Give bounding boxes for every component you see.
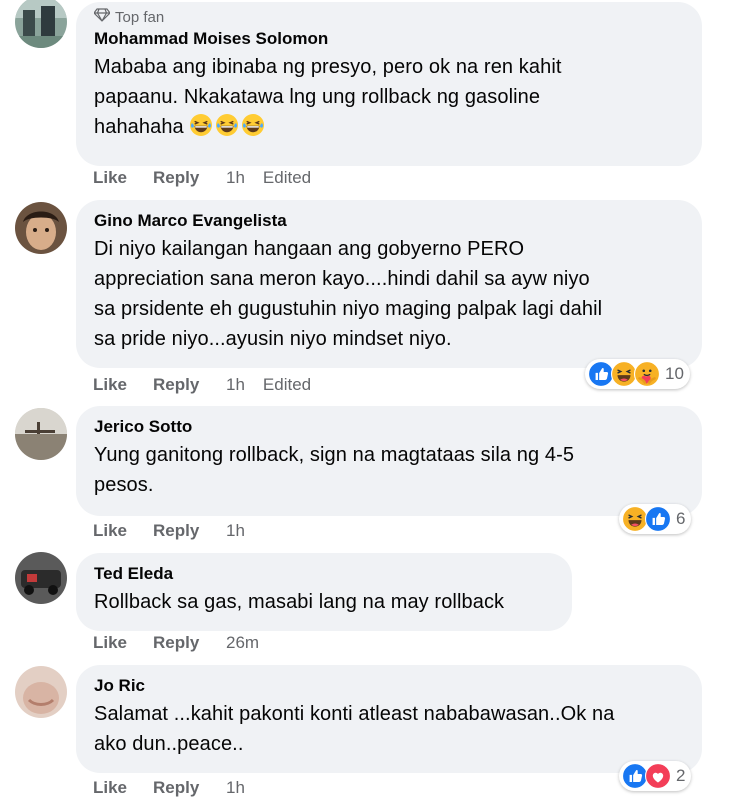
comment-author[interactable]: Jo Ric	[94, 675, 682, 697]
edited-label[interactable]: Edited	[263, 375, 311, 395]
comment-bubble: Jo Ric Salamat ...kahit pakonti konti at…	[76, 665, 702, 773]
like-button[interactable]: Like	[93, 168, 153, 188]
comment-line: Di niyo kailangan hangaan ang gobyerno P…	[94, 238, 525, 260]
edited-label[interactable]: Edited	[263, 168, 311, 188]
laughing-emoji-icon	[241, 113, 265, 146]
comment-bubble: Gino Marco Evangelista Di niyo kailangan…	[76, 200, 702, 368]
comment-bubble: Top fan Mohammad Moises Solomon Mababa a…	[76, 2, 702, 166]
comment-line-text: hahahaha	[94, 116, 184, 138]
comment-actions: Like Reply 1h Edited	[93, 167, 311, 189]
reaction-summary[interactable]: 10	[585, 359, 690, 389]
avatar[interactable]	[15, 0, 67, 48]
comment-line: Rollback sa gas, masabi lang na may roll…	[94, 591, 505, 613]
comment-line: sa pride niyo...ayusin niyo mindset niyo…	[94, 328, 452, 350]
reply-button[interactable]: Reply	[153, 168, 226, 188]
avatar[interactable]	[15, 666, 67, 718]
avatar[interactable]	[15, 552, 67, 604]
comment-line: Mababa ang ibinaba ng presyo, pero ok na…	[94, 56, 562, 78]
timestamp[interactable]: 1h	[226, 778, 245, 798]
comment-line: Yung ganitong rollback, sign na magtataa…	[94, 444, 575, 466]
laughing-emoji-icon	[215, 113, 239, 146]
comment-line: pesos.	[94, 474, 154, 496]
reaction-summary[interactable]: 2	[619, 761, 692, 791]
reaction-count: 6	[676, 509, 686, 528]
like-button[interactable]: Like	[93, 521, 153, 541]
comment-line: appreciation sana meron kayo....hindi da…	[94, 268, 590, 290]
reaction-count: 2	[676, 766, 686, 785]
comment-line: Salamat ...kahit pakonti konti atleast n…	[94, 703, 615, 725]
diamond-icon	[93, 8, 111, 26]
comment-line: papaanu. Nkakatawa lng ung rollback ng g…	[94, 86, 541, 108]
top-fan-badge[interactable]: Top fan	[93, 8, 682, 26]
comment-text: Rollback sa gas, masabi lang na may roll…	[94, 587, 552, 617]
laughing-emoji-icon	[189, 113, 213, 146]
comment-line: ako dun..peace..	[94, 733, 244, 755]
comment-text: Salamat ...kahit pakonti konti atleast n…	[94, 699, 682, 759]
timestamp[interactable]: 1h	[226, 168, 245, 188]
avatar[interactable]	[15, 408, 67, 460]
like-button[interactable]: Like	[93, 375, 153, 395]
comment-actions: Like Reply 26m	[93, 632, 259, 654]
comment-text: Yung ganitong rollback, sign na magtataa…	[94, 440, 682, 500]
timestamp[interactable]: 26m	[226, 633, 259, 653]
love-reaction-icon	[645, 763, 671, 789]
comment-actions: Like Reply 1h	[93, 777, 245, 799]
reaction-summary[interactable]: 6	[619, 504, 692, 534]
reply-button[interactable]: Reply	[153, 778, 226, 798]
comment-text: Mababa ang ibinaba ng presyo, pero ok na…	[94, 52, 682, 146]
comment-actions: Like Reply 1h	[93, 520, 245, 542]
comment-author[interactable]: Mohammad Moises Solomon	[94, 28, 682, 50]
comment-bubble: Ted Eleda Rollback sa gas, masabi lang n…	[76, 553, 572, 631]
like-reaction-icon	[645, 506, 671, 532]
badge-label: Top fan	[115, 8, 165, 26]
comment-author[interactable]: Gino Marco Evangelista	[94, 210, 682, 232]
comment-actions: Like Reply 1h Edited	[93, 374, 311, 396]
timestamp[interactable]: 1h	[226, 375, 245, 395]
reply-button[interactable]: Reply	[153, 633, 226, 653]
comment-bubble: Jerico Sotto Yung ganitong rollback, sig…	[76, 406, 702, 516]
like-button[interactable]: Like	[93, 633, 153, 653]
comment-line: hahahaha	[94, 112, 682, 146]
comment-author[interactable]: Jerico Sotto	[94, 416, 682, 438]
comment-text: Di niyo kailangan hangaan ang gobyerno P…	[94, 234, 682, 354]
like-button[interactable]: Like	[93, 778, 153, 798]
comment-author[interactable]: Ted Eleda	[94, 563, 552, 585]
timestamp[interactable]: 1h	[226, 521, 245, 541]
reply-button[interactable]: Reply	[153, 521, 226, 541]
reaction-count: 10	[665, 364, 684, 383]
avatar[interactable]	[15, 202, 67, 254]
care-reaction-icon	[634, 361, 660, 387]
comment-line: sa prsidente eh gugustuhin niyo maging p…	[94, 298, 603, 320]
reply-button[interactable]: Reply	[153, 375, 226, 395]
